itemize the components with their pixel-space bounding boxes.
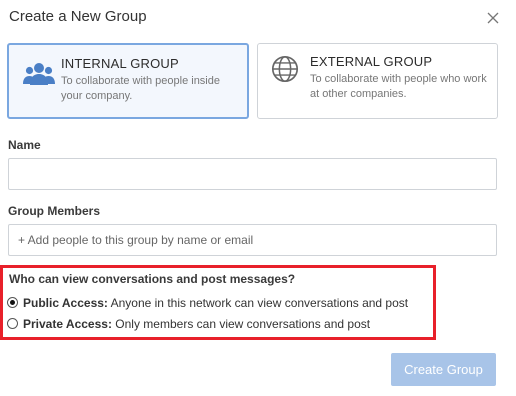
- name-label: Name: [8, 138, 41, 152]
- people-icon: [23, 63, 55, 85]
- internal-group-title: INTERNAL GROUP: [61, 56, 179, 71]
- create-group-button[interactable]: Create Group: [391, 353, 496, 386]
- public-access-radio[interactable]: [7, 297, 18, 308]
- internal-group-description: To collaborate with people inside your c…: [61, 75, 220, 102]
- private-access-description: Only members can view conversations and …: [115, 317, 371, 331]
- internal-group-card[interactable]: INTERNAL GROUP To collaborate with peopl…: [7, 43, 249, 119]
- dialog-title: Create a New Group: [9, 8, 147, 25]
- globe-icon: [271, 55, 299, 83]
- private-access-option[interactable]: Private Access: Only members can view co…: [7, 317, 370, 331]
- external-group-card[interactable]: EXTERNAL GROUP To collaborate with peopl…: [257, 43, 498, 119]
- name-input[interactable]: [8, 158, 497, 190]
- private-access-label: Private Access:: [23, 317, 112, 331]
- group-members-input[interactable]: + Add people to this group by name or em…: [8, 224, 497, 256]
- private-access-radio[interactable]: [7, 318, 18, 329]
- close-icon[interactable]: [486, 11, 500, 25]
- external-group-title: EXTERNAL GROUP: [310, 54, 433, 69]
- public-access-description: Anyone in this network can view conversa…: [110, 296, 409, 310]
- access-question: Who can view conversations and post mess…: [9, 272, 296, 286]
- public-access-label: Public Access:: [23, 296, 108, 310]
- group-members-label: Group Members: [8, 204, 101, 218]
- external-group-description: To collaborate with people who work at o…: [310, 73, 487, 100]
- public-access-option[interactable]: Public Access: Anyone in this network ca…: [7, 296, 408, 310]
